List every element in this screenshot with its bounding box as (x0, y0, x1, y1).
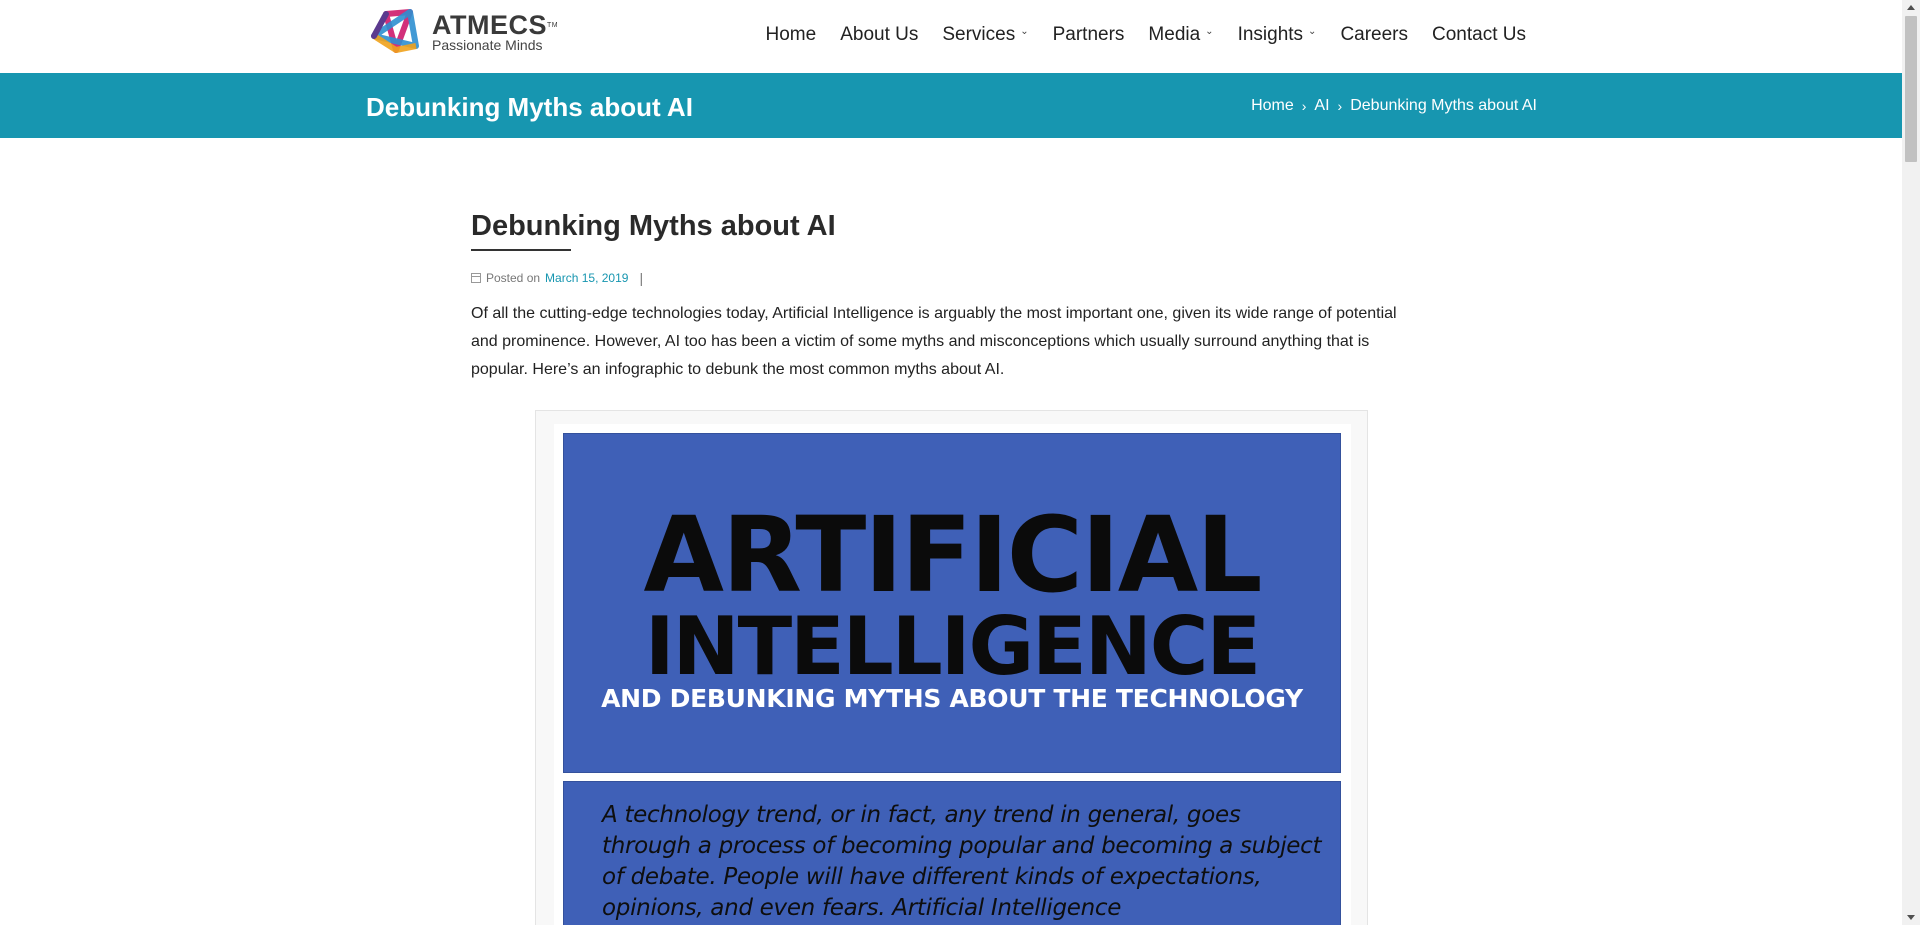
nav-home[interactable]: Home (766, 24, 817, 46)
infographic-subtitle: AND DEBUNKING MYTHS ABOUT THE TECHNOLOGY (601, 684, 1303, 713)
site-header: ATMECSTM Passionate Minds Home About Us … (0, 0, 1902, 73)
chevron-down-icon: ⌄ (1308, 25, 1317, 37)
nav-partners-label: Partners (1052, 24, 1125, 45)
nav-contact-us[interactable]: Contact Us (1432, 24, 1526, 46)
infographic-body-text: A technology trend, or in fact, any tren… (602, 802, 1322, 921)
trademark-mark: TM (547, 21, 559, 29)
nav-about-us-label: About Us (840, 24, 919, 45)
scroll-down-arrow-icon[interactable] (1907, 915, 1915, 920)
breadcrumb-home[interactable]: Home (1251, 97, 1294, 115)
breadcrumb-current: Debunking Myths about AI (1350, 97, 1537, 114)
post-date-link[interactable]: March 15, 2019 (545, 271, 628, 285)
chevron-down-icon: ⌄ (1205, 25, 1214, 37)
page-title-band: Debunking Myths about AI Home › AI › Deb… (0, 73, 1902, 138)
breadcrumb: Home › AI › Debunking Myths about AI (1251, 97, 1537, 115)
post-meta: Posted on March 15, 2019 | (471, 270, 643, 286)
scroll-thumb[interactable] (1905, 16, 1917, 162)
calendar-icon (471, 273, 481, 283)
nav-about-us[interactable]: About Us (840, 24, 918, 46)
nav-insights[interactable]: Insights ⌄ (1238, 24, 1317, 46)
nav-services-label: Services (942, 24, 1016, 45)
nav-contact-us-label: Contact Us (1432, 24, 1526, 45)
infographic-title-line2: INTELLIGENCE (644, 600, 1261, 693)
nav-media-label: Media (1148, 24, 1201, 45)
nav-services[interactable]: Services ⌄ (942, 24, 1028, 46)
brand-tagline: Passionate Minds (432, 36, 543, 53)
brand-name: ATMECS (432, 9, 547, 40)
nav-partners[interactable]: Partners (1053, 24, 1125, 46)
nav-home-label: Home (765, 24, 817, 45)
breadcrumb-separator: › (1337, 98, 1343, 114)
posted-on-label: Posted on (486, 271, 541, 285)
infographic-body-panel: A technology trend, or in fact, any tren… (563, 781, 1341, 925)
breadcrumb-ai[interactable]: AI (1314, 97, 1329, 115)
scroll-up-arrow-icon[interactable] (1907, 5, 1915, 10)
atmecs-logo-icon (371, 9, 419, 53)
infographic-header-panel: ARTIFICIAL INTELLIGENCE AND DEBUNKING MY… (563, 433, 1341, 773)
article-intro: Of all the cutting-edge technologies tod… (471, 305, 1397, 378)
nav-careers[interactable]: Careers (1340, 24, 1408, 46)
infographic-title-line1: ARTIFICIAL (643, 494, 1262, 616)
nav-media[interactable]: Media ⌄ (1148, 24, 1213, 46)
chevron-down-icon: ⌄ (1020, 25, 1029, 37)
main-nav: Home About Us Services ⌄ Partners Media ⌄ … (742, 24, 1526, 46)
page-title: Debunking Myths about AI (366, 92, 693, 122)
nav-careers-label: Careers (1340, 24, 1409, 45)
breadcrumb-separator: › (1301, 98, 1307, 114)
meta-divider: | (639, 270, 644, 286)
title-underline (471, 249, 571, 251)
article-title: Debunking Myths about AI (471, 210, 836, 242)
nav-insights-label: Insights (1237, 24, 1304, 45)
site-logo[interactable]: ATMECSTM Passionate Minds (366, 6, 566, 58)
page-scrollbar[interactable] (1902, 0, 1920, 925)
